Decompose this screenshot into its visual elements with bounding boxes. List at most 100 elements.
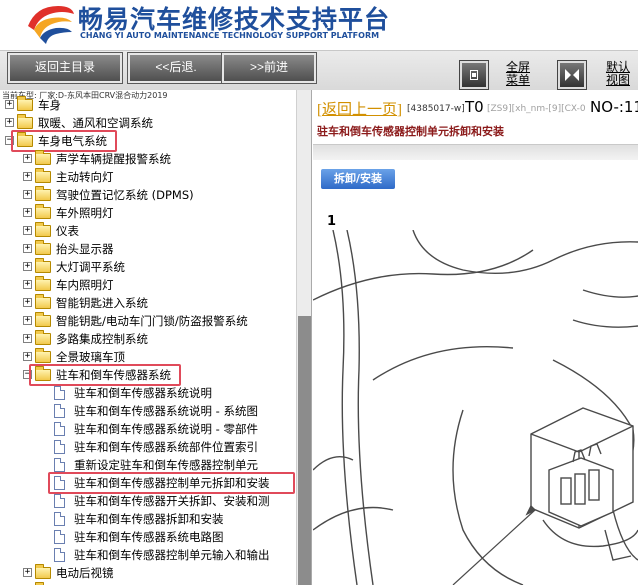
- tree-folder[interactable]: + 智能钥匙进入系统: [0, 294, 296, 312]
- split-view-icon: [565, 69, 579, 81]
- expand-icon[interactable]: +: [23, 568, 32, 577]
- tree-scrollbar-thumb[interactable]: [298, 316, 311, 585]
- expand-icon[interactable]: +: [23, 244, 32, 253]
- tree-folder[interactable]: + 车内照明灯: [0, 276, 296, 294]
- document-icon: [54, 422, 65, 436]
- document-icon: [54, 512, 65, 526]
- expand-icon[interactable]: +: [5, 118, 14, 127]
- home-button[interactable]: 返回主目录: [7, 52, 123, 84]
- tree-item-label: 智能钥匙/电动车门门锁/防盗报警系统: [56, 314, 248, 328]
- tree-item-label: 驻车和倒车传感器系统说明: [74, 386, 212, 400]
- expand-icon[interactable]: +: [23, 154, 32, 163]
- tree-page[interactable]: 驻车和倒车传感器系统部件位置索引: [0, 438, 296, 456]
- highlight-box: [48, 472, 295, 494]
- tree-page[interactable]: 驻车和倒车传感器系统说明 - 系统图: [0, 402, 296, 420]
- tree-folder[interactable]: + 智能钥匙/电动车门门锁/防盗报警系统: [0, 312, 296, 330]
- back-to-previous-link[interactable]: [返回上一页]: [317, 98, 402, 119]
- folder-icon: [17, 114, 33, 129]
- tree-item-label: 驻车和倒车传感器系统部件位置索引: [74, 440, 258, 454]
- tree-item-label: 驻车和倒车传感器系统说明 - 零部件: [74, 422, 258, 436]
- document-pane: [返回上一页] [4385017-w] T0 [ZS9][xh_nm-[9][C…: [313, 90, 638, 585]
- fullscreen-menu-link[interactable]: 全屏 菜单: [503, 61, 533, 87]
- fullscreen-menu-icon[interactable]: [459, 60, 489, 90]
- tree-folder[interactable]: + 抬头显示器: [0, 240, 296, 258]
- tree-item-label: 车外照明灯: [56, 206, 114, 220]
- tree-page[interactable]: 驻车和倒车传感器开关拆卸、安装和测: [0, 492, 296, 510]
- toolbar: 返回主目录 <<后退. >>前进 全屏 菜单 默认 视图: [0, 50, 638, 90]
- folder-icon: [35, 186, 51, 201]
- tree-page[interactable]: 驻车和倒车传感器拆卸和安装: [0, 510, 296, 528]
- tree-folder[interactable]: + 驾驶位置记忆系统 (DPMS): [0, 186, 296, 204]
- header-divider: [313, 144, 638, 160]
- expand-icon[interactable]: +: [5, 100, 14, 109]
- tree-folder[interactable]: + 声学车辆提醒报警系统: [0, 150, 296, 168]
- forward-button[interactable]: >>前进: [221, 52, 317, 84]
- highlight-box: [11, 130, 117, 152]
- tree-item-label: 智能钥匙进入系统: [56, 296, 148, 310]
- step-number: 1: [327, 214, 337, 229]
- document-header: [返回上一页] [4385017-w] T0 [ZS9][xh_nm-[9][C…: [313, 90, 638, 150]
- control-unit-illustration: [313, 230, 638, 585]
- expand-icon[interactable]: +: [23, 316, 32, 325]
- folder-icon: [35, 312, 51, 327]
- tree-item-label: 多路集成控制系统: [56, 332, 148, 346]
- folder-icon: [35, 258, 51, 273]
- tree-folder[interactable]: + 主动转向灯: [0, 168, 296, 186]
- tree-folder[interactable]: − 车身电气系统: [0, 130, 296, 152]
- tree-page[interactable]: 驻车和倒车传感器系统说明 - 零部件: [0, 420, 296, 438]
- tree-item-label: 驾驶位置记忆系统 (DPMS): [56, 188, 194, 202]
- expand-icon[interactable]: +: [23, 172, 32, 181]
- default-view-line1: 默认: [605, 60, 630, 74]
- tree-page[interactable]: 驻车和倒车传感器控制单元拆卸和安装: [0, 472, 296, 494]
- back-link-label: 返回上一页: [322, 102, 398, 118]
- folder-icon: [35, 150, 51, 165]
- tree-item-label: 仪表: [56, 224, 79, 238]
- expand-icon[interactable]: +: [23, 262, 32, 271]
- folder-icon: [35, 564, 51, 579]
- tree-item-label: 驻车和倒车传感器拆卸和安装: [74, 512, 224, 526]
- folder-icon: [35, 294, 51, 309]
- default-view-link[interactable]: 默认 视图: [603, 61, 633, 87]
- fullscreen-menu-line2: 菜单: [505, 73, 530, 87]
- tree-folder[interactable]: + 大灯调平系统: [0, 258, 296, 276]
- expand-icon[interactable]: +: [23, 298, 32, 307]
- document-icon: [54, 386, 65, 400]
- document-icon: [54, 494, 65, 508]
- tree-item-label: 主动转向灯: [56, 170, 114, 184]
- tree-folder[interactable]: + 多路集成控制系统: [0, 330, 296, 348]
- tree-item-label: 车身: [38, 98, 61, 112]
- document-icon: [54, 440, 65, 454]
- tree-page[interactable]: 驻车和倒车传感器系统说明: [0, 384, 296, 402]
- tree-folder[interactable]: + 电动后视镜: [0, 564, 296, 582]
- expand-icon[interactable]: +: [23, 352, 32, 361]
- expand-icon[interactable]: +: [23, 280, 32, 289]
- tree-scrollbar[interactable]: [296, 90, 311, 585]
- folder-icon: [35, 330, 51, 345]
- tree-folder[interactable]: + 车身: [0, 96, 296, 114]
- folder-icon: [35, 204, 51, 219]
- tree-page[interactable]: 驻车和倒车传感器控制单元输入和输出: [0, 546, 296, 564]
- tree-item-label: 驻车和倒车传感器开关拆卸、安装和测: [74, 494, 270, 508]
- document-code: [4385017-w]: [407, 104, 465, 114]
- app-header: 畅易汽车维修技术支持平台 CHANG YI AUTO MAINTENANCE T…: [0, 0, 638, 50]
- tree-folder[interactable]: + 车外照明灯: [0, 204, 296, 222]
- removal-installation-tab[interactable]: 拆卸/安装: [321, 169, 395, 189]
- document-icon: [54, 458, 65, 472]
- highlight-box: [29, 364, 181, 386]
- tree-folder[interactable]: − 驻车和倒车传感器系统: [0, 364, 296, 386]
- expand-icon[interactable]: +: [23, 190, 32, 199]
- expand-icon[interactable]: +: [23, 208, 32, 217]
- document-icon: [54, 404, 65, 418]
- folder-icon: [35, 168, 51, 183]
- back-button[interactable]: <<后退.: [127, 52, 225, 84]
- tree-page[interactable]: 驻车和倒车传感器系统电路图: [0, 528, 296, 546]
- tree-folder[interactable]: + 仪表: [0, 222, 296, 240]
- default-view-icon[interactable]: [557, 60, 587, 90]
- tree-item-label: 大灯调平系统: [56, 260, 125, 274]
- expand-icon[interactable]: +: [23, 334, 32, 343]
- tree-item-label: 驻车和倒车传感器系统电路图: [74, 530, 224, 544]
- nav-tree-pane: 当前车型: 厂家:D-东风本田CRV混合动力2019 + 车身 + 取暖、通风和空调系…: [0, 90, 312, 585]
- expand-icon[interactable]: +: [23, 226, 32, 235]
- folder-icon: [35, 240, 51, 255]
- app-subtitle: CHANG YI AUTO MAINTENANCE TECHNOLOGY SUP…: [80, 31, 380, 40]
